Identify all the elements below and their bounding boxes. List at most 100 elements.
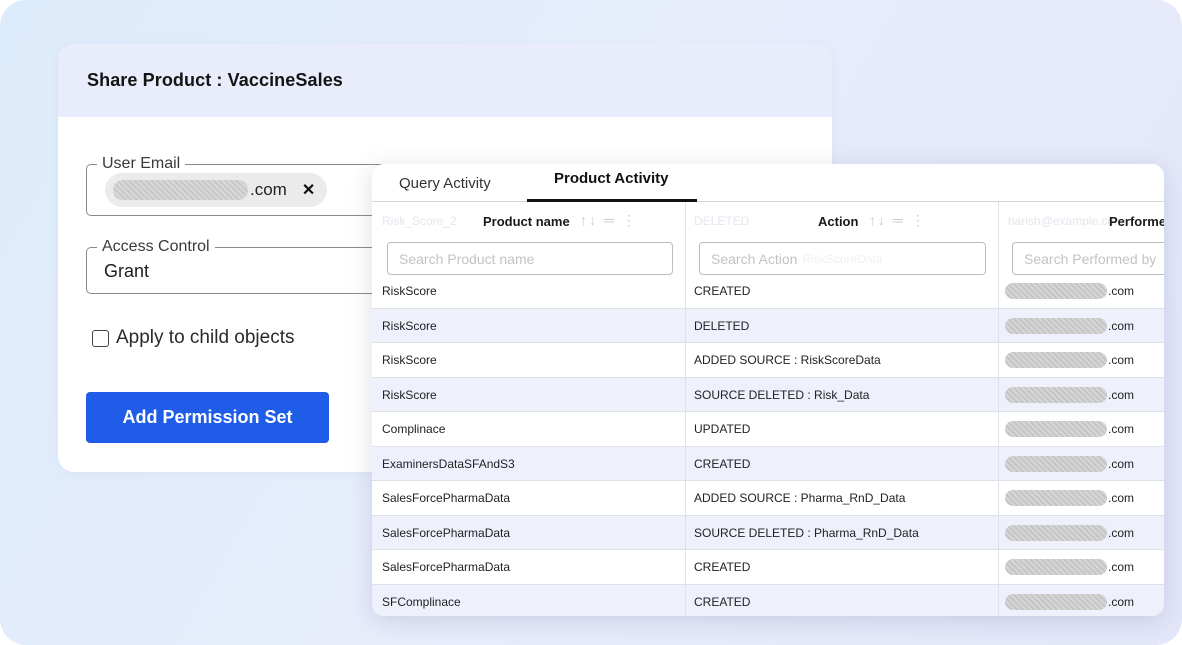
cell-product-name: RiskScore (382, 387, 437, 402)
add-permission-set-button[interactable]: Add Permission Set (86, 392, 329, 443)
email-suffix: .com (1108, 560, 1135, 574)
cell-action: CREATED (694, 594, 751, 609)
header-ghost-text: DELETED (694, 214, 750, 228)
table-row[interactable]: RiskScore ADDED SOURCE : RiskScoreData .co… (372, 343, 1164, 378)
search-action-placeholder: Search Action (711, 250, 798, 267)
redacted-email (1005, 559, 1107, 575)
product-name-column-icons: ↑↓ ═ ⋮ (580, 212, 638, 229)
email-chip: .com ✕ (105, 173, 327, 207)
table-row[interactable]: RiskScore SOURCE DELETED : Risk_Data .com (372, 377, 1164, 412)
cell-product-name: RiskScore (382, 284, 437, 298)
redacted-email (1005, 524, 1107, 541)
cell-product-name: ExaminersDataSFAndS3 (382, 456, 515, 471)
more-icon[interactable]: ⋮ (911, 212, 927, 228)
column-divider (998, 202, 999, 616)
cell-product-name: Complinace (382, 422, 446, 436)
cell-product-name: SalesForcePharmaData (382, 525, 511, 540)
cell-action: UPDATED (694, 422, 751, 436)
share-panel-title: Share Product : VaccineSales (87, 70, 343, 90)
column-divider (685, 202, 686, 616)
cell-performed-by: .com (1005, 585, 1134, 617)
table-row[interactable]: RiskScore CREATED .com (372, 274, 1164, 309)
table-header: Risk_Score_2 Product name ↑↓ ═ ⋮ Search … (372, 202, 1164, 282)
table-row[interactable]: SFComplinace CREATED .com (372, 584, 1164, 617)
cell-action: CREATED (694, 456, 751, 471)
cell-performed-by: .com (1005, 309, 1134, 343)
activity-table-body: RiskScore CREATED .com RiskScore DELETED .com… (372, 274, 1164, 616)
email-suffix: .com (1108, 456, 1135, 471)
cell-action: ADDED SOURCE : Pharma_RnD_Data (694, 491, 906, 505)
cell-action: CREATED (694, 284, 751, 298)
redacted-email (1005, 455, 1107, 472)
cell-action: CREATED (694, 560, 751, 574)
table-row[interactable]: Complinace UPDATED .com (372, 412, 1164, 447)
cell-action: SOURCE DELETED : Risk_Data (694, 387, 870, 402)
email-suffix: .com (1108, 422, 1135, 436)
more-icon[interactable]: ⋮ (622, 212, 638, 228)
sort-icon[interactable]: ↑↓ (869, 212, 887, 228)
column-header-product-name[interactable]: Product name (483, 214, 570, 229)
cell-performed-by: .com (1005, 481, 1134, 515)
email-suffix: .com (1108, 318, 1135, 333)
table-row[interactable]: SalesForcePharmaData ADDED SOURCE : Pharm… (372, 481, 1164, 516)
cell-action: SOURCE DELETED : Pharma_RnD_Data (694, 525, 919, 540)
search-action-ghost: RiskScoreData (802, 251, 883, 266)
table-row[interactable]: SalesForcePharmaData CREATED .com (372, 550, 1164, 585)
cell-action: DELETED (694, 318, 750, 333)
email-suffix: .com (1108, 491, 1135, 505)
cell-action: ADDED SOURCE : RiskScoreData (694, 353, 881, 367)
access-control-label: Access Control (97, 238, 215, 256)
search-performed-by-input[interactable]: Search Performed by (1012, 242, 1164, 275)
redacted-email (113, 180, 248, 200)
email-suffix: .com (1108, 353, 1135, 367)
sort-icon[interactable]: ↑↓ (580, 212, 598, 228)
apply-child-objects-checkbox[interactable] (92, 329, 109, 347)
apply-child-objects-row[interactable]: Apply to child objects (92, 327, 295, 349)
apply-child-objects-label[interactable]: Apply to child objects (116, 327, 295, 349)
table-row[interactable]: RiskScore DELETED .com (372, 308, 1164, 343)
cell-product-name: SalesForcePharmaData (382, 491, 511, 505)
search-product-name-input[interactable]: Search Product name (387, 242, 673, 275)
user-email-label: User Email (97, 155, 186, 173)
cell-product-name: RiskScore (382, 353, 437, 367)
redacted-email (1005, 593, 1107, 610)
cell-product-name: SalesForcePharmaData (382, 560, 511, 574)
redacted-email (1005, 490, 1107, 506)
header-ghost-text: harish@example.com (1008, 214, 1125, 228)
column-menu-icon[interactable]: ═ (604, 212, 616, 228)
search-action-input[interactable]: Search Action RiskScoreData (699, 242, 986, 275)
email-suffix: .com (1108, 284, 1135, 298)
cell-performed-by: .com (1005, 447, 1134, 481)
share-panel-header: Share Product : VaccineSales (58, 44, 832, 117)
table-row[interactable]: SalesForcePharmaData SOURCE DELETED : Pha… (372, 515, 1164, 550)
cell-performed-by: .com (1005, 412, 1134, 446)
cell-performed-by: .com (1005, 516, 1134, 550)
redacted-email (1005, 283, 1107, 299)
header-ghost-text: Risk_Score_2 (382, 214, 457, 228)
search-performed-by-placeholder: Search Performed by (1024, 250, 1157, 267)
column-header-action[interactable]: Action (818, 214, 858, 229)
cell-performed-by: .com (1005, 274, 1134, 308)
activity-card: Query Activity Product Activity Risk_Sco… (372, 164, 1164, 616)
redacted-email (1005, 352, 1107, 368)
cell-performed-by: .com (1005, 343, 1134, 377)
redacted-email (1005, 421, 1107, 437)
email-suffix: .com (1108, 594, 1135, 609)
access-control-value: Grant (104, 261, 150, 281)
redacted-email (1005, 317, 1107, 334)
email-suffix: .com (1108, 387, 1135, 402)
column-header-performed-by[interactable]: Performe (1109, 214, 1164, 229)
cell-product-name: RiskScore (382, 318, 437, 333)
cell-product-name: SFComplinace (382, 594, 461, 609)
tab-product-activity[interactable]: Product Activity (527, 164, 697, 202)
action-column-icons: ↑↓ ═ ⋮ (869, 212, 927, 229)
email-chip-suffix: .com (250, 180, 287, 199)
column-menu-icon[interactable]: ═ (893, 212, 905, 228)
cell-performed-by: .com (1005, 378, 1134, 412)
table-row[interactable]: ExaminersDataSFAndS3 CREATED .com (372, 446, 1164, 481)
activity-tabs: Query Activity Product Activity (372, 164, 1164, 202)
search-product-name-placeholder: Search Product name (399, 250, 535, 267)
email-suffix: .com (1108, 525, 1135, 540)
cell-performed-by: .com (1005, 550, 1134, 584)
chip-remove-icon[interactable]: ✕ (302, 180, 315, 200)
